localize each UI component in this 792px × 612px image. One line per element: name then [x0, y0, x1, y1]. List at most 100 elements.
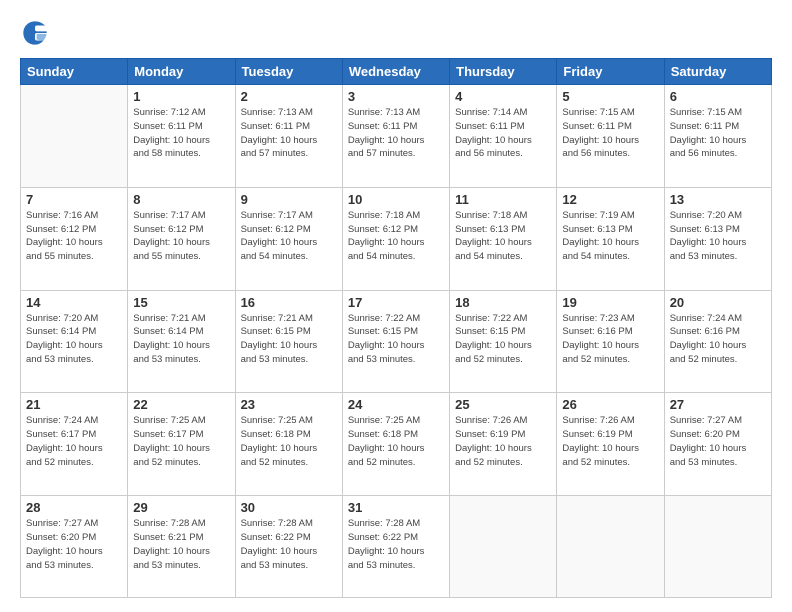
calendar-week-row: 21 Sunrise: 7:24 AMSunset: 6:17 PMDayligh…: [21, 393, 772, 496]
day-info: Sunrise: 7:22 AMSunset: 6:15 PMDaylight:…: [348, 312, 444, 367]
day-number: 30: [241, 500, 337, 515]
day-info: Sunrise: 7:13 AMSunset: 6:11 PMDaylight:…: [241, 106, 337, 161]
day-info: Sunrise: 7:16 AMSunset: 6:12 PMDaylight:…: [26, 209, 122, 264]
day-number: 11: [455, 192, 551, 207]
day-number: 22: [133, 397, 229, 412]
day-info: Sunrise: 7:19 AMSunset: 6:13 PMDaylight:…: [562, 209, 658, 264]
calendar-cell: 11 Sunrise: 7:18 AMSunset: 6:13 PMDayligh…: [450, 187, 557, 290]
day-number: 4: [455, 89, 551, 104]
day-number: 24: [348, 397, 444, 412]
day-info: Sunrise: 7:28 AMSunset: 6:21 PMDaylight:…: [133, 517, 229, 572]
calendar-header-wednesday: Wednesday: [342, 59, 449, 85]
day-info: Sunrise: 7:12 AMSunset: 6:11 PMDaylight:…: [133, 106, 229, 161]
day-number: 18: [455, 295, 551, 310]
calendar-cell: 22 Sunrise: 7:25 AMSunset: 6:17 PMDayligh…: [128, 393, 235, 496]
calendar-week-row: 1 Sunrise: 7:12 AMSunset: 6:11 PMDaylight…: [21, 85, 772, 188]
day-info: Sunrise: 7:18 AMSunset: 6:12 PMDaylight:…: [348, 209, 444, 264]
day-number: 23: [241, 397, 337, 412]
calendar-cell: [557, 496, 664, 598]
day-number: 16: [241, 295, 337, 310]
calendar-cell: 12 Sunrise: 7:19 AMSunset: 6:13 PMDayligh…: [557, 187, 664, 290]
day-number: 8: [133, 192, 229, 207]
day-number: 10: [348, 192, 444, 207]
day-number: 7: [26, 192, 122, 207]
day-info: Sunrise: 7:22 AMSunset: 6:15 PMDaylight:…: [455, 312, 551, 367]
logo-icon: [20, 18, 50, 48]
calendar-cell: [450, 496, 557, 598]
calendar-header-thursday: Thursday: [450, 59, 557, 85]
calendar-cell: 23 Sunrise: 7:25 AMSunset: 6:18 PMDayligh…: [235, 393, 342, 496]
calendar-cell: 9 Sunrise: 7:17 AMSunset: 6:12 PMDaylight…: [235, 187, 342, 290]
day-info: Sunrise: 7:14 AMSunset: 6:11 PMDaylight:…: [455, 106, 551, 161]
calendar-cell: 3 Sunrise: 7:13 AMSunset: 6:11 PMDaylight…: [342, 85, 449, 188]
day-info: Sunrise: 7:24 AMSunset: 6:17 PMDaylight:…: [26, 414, 122, 469]
day-info: Sunrise: 7:25 AMSunset: 6:17 PMDaylight:…: [133, 414, 229, 469]
day-number: 26: [562, 397, 658, 412]
calendar-cell: 1 Sunrise: 7:12 AMSunset: 6:11 PMDaylight…: [128, 85, 235, 188]
day-number: 5: [562, 89, 658, 104]
calendar-cell: 15 Sunrise: 7:21 AMSunset: 6:14 PMDayligh…: [128, 290, 235, 393]
calendar-cell: 31 Sunrise: 7:28 AMSunset: 6:22 PMDayligh…: [342, 496, 449, 598]
day-number: 19: [562, 295, 658, 310]
day-info: Sunrise: 7:24 AMSunset: 6:16 PMDaylight:…: [670, 312, 766, 367]
day-info: Sunrise: 7:18 AMSunset: 6:13 PMDaylight:…: [455, 209, 551, 264]
day-info: Sunrise: 7:13 AMSunset: 6:11 PMDaylight:…: [348, 106, 444, 161]
calendar-cell: 28Sunrise: 7:27 AMSunset: 6:20 PMDayligh…: [21, 496, 128, 598]
calendar-cell: 30 Sunrise: 7:28 AMSunset: 6:22 PMDayligh…: [235, 496, 342, 598]
day-info: Sunrise: 7:28 AMSunset: 6:22 PMDaylight:…: [241, 517, 337, 572]
day-number: 29: [133, 500, 229, 515]
calendar-header-friday: Friday: [557, 59, 664, 85]
day-info: Sunrise: 7:15 AMSunset: 6:11 PMDaylight:…: [562, 106, 658, 161]
day-info: Sunrise: 7:21 AMSunset: 6:15 PMDaylight:…: [241, 312, 337, 367]
calendar-cell: 2 Sunrise: 7:13 AMSunset: 6:11 PMDaylight…: [235, 85, 342, 188]
day-number: 20: [670, 295, 766, 310]
logo: [20, 18, 54, 48]
day-number: 3: [348, 89, 444, 104]
day-info: Sunrise: 7:27 AMSunset: 6:20 PMDaylight:…: [670, 414, 766, 469]
calendar-cell: 20 Sunrise: 7:24 AMSunset: 6:16 PMDayligh…: [664, 290, 771, 393]
calendar-cell: [664, 496, 771, 598]
header: [20, 18, 772, 48]
calendar-cell: 16 Sunrise: 7:21 AMSunset: 6:15 PMDayligh…: [235, 290, 342, 393]
day-number: 27: [670, 397, 766, 412]
day-number: 31: [348, 500, 444, 515]
calendar-header-monday: Monday: [128, 59, 235, 85]
calendar-header-sunday: Sunday: [21, 59, 128, 85]
day-number: 21: [26, 397, 122, 412]
calendar-cell: 26Sunrise: 7:26 AMSunset: 6:19 PMDayligh…: [557, 393, 664, 496]
day-info: Sunrise: 7:25 AMSunset: 6:18 PMDaylight:…: [348, 414, 444, 469]
calendar-cell: 25 Sunrise: 7:26 AMSunset: 6:19 PMDayligh…: [450, 393, 557, 496]
calendar-cell: 6Sunrise: 7:15 AMSunset: 6:11 PMDaylight…: [664, 85, 771, 188]
calendar-cell: 14 Sunrise: 7:20 AMSunset: 6:14 PMDayligh…: [21, 290, 128, 393]
calendar-cell: 17 Sunrise: 7:22 AMSunset: 6:15 PMDayligh…: [342, 290, 449, 393]
calendar-header-tuesday: Tuesday: [235, 59, 342, 85]
calendar-cell: 10 Sunrise: 7:18 AMSunset: 6:12 PMDayligh…: [342, 187, 449, 290]
day-number: 28: [26, 500, 122, 515]
calendar-cell: [21, 85, 128, 188]
calendar-header-saturday: Saturday: [664, 59, 771, 85]
day-info: Sunrise: 7:23 AMSunset: 6:16 PMDaylight:…: [562, 312, 658, 367]
day-info: Sunrise: 7:28 AMSunset: 6:22 PMDaylight:…: [348, 517, 444, 572]
calendar-week-row: 14 Sunrise: 7:20 AMSunset: 6:14 PMDayligh…: [21, 290, 772, 393]
day-info: Sunrise: 7:17 AMSunset: 6:12 PMDaylight:…: [133, 209, 229, 264]
day-info: Sunrise: 7:25 AMSunset: 6:18 PMDaylight:…: [241, 414, 337, 469]
day-number: 12: [562, 192, 658, 207]
calendar-cell: 18 Sunrise: 7:22 AMSunset: 6:15 PMDayligh…: [450, 290, 557, 393]
day-number: 25: [455, 397, 551, 412]
day-info: Sunrise: 7:17 AMSunset: 6:12 PMDaylight:…: [241, 209, 337, 264]
day-number: 13: [670, 192, 766, 207]
day-number: 1: [133, 89, 229, 104]
calendar-table: SundayMondayTuesdayWednesdayThursdayFrid…: [20, 58, 772, 598]
calendar-cell: 21 Sunrise: 7:24 AMSunset: 6:17 PMDayligh…: [21, 393, 128, 496]
day-info: Sunrise: 7:21 AMSunset: 6:14 PMDaylight:…: [133, 312, 229, 367]
calendar-cell: 4 Sunrise: 7:14 AMSunset: 6:11 PMDaylight…: [450, 85, 557, 188]
day-number: 15: [133, 295, 229, 310]
day-number: 2: [241, 89, 337, 104]
calendar-cell: 5 Sunrise: 7:15 AMSunset: 6:11 PMDaylight…: [557, 85, 664, 188]
calendar-cell: 13Sunrise: 7:20 AMSunset: 6:13 PMDayligh…: [664, 187, 771, 290]
day-info: Sunrise: 7:20 AMSunset: 6:14 PMDaylight:…: [26, 312, 122, 367]
day-number: 14: [26, 295, 122, 310]
day-number: 17: [348, 295, 444, 310]
day-number: 9: [241, 192, 337, 207]
day-info: Sunrise: 7:26 AMSunset: 6:19 PMDaylight:…: [455, 414, 551, 469]
